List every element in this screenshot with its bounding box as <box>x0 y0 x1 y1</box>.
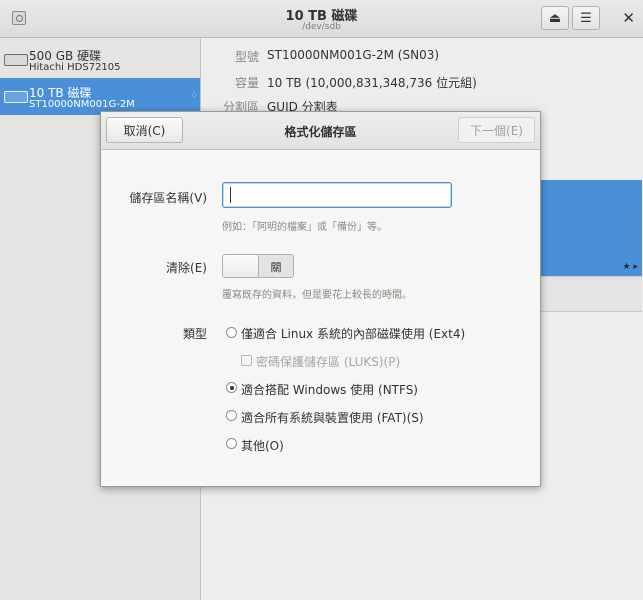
hard-disk-icon <box>4 54 28 66</box>
eject-button[interactable]: ⏏ <box>541 6 569 30</box>
menu-button[interactable]: ☰ <box>572 6 600 30</box>
volume-name-input[interactable] <box>222 182 452 208</box>
header-bar: 10 TB 磁碟 /dev/sdb ⏏ ☰ ✕ <box>0 0 643 38</box>
sidebar-item-disk-10tb[interactable]: 10 TB 磁碟 ST10000NM001G-2M ⁘ <box>0 78 200 115</box>
model-label: 型號 <box>234 50 259 64</box>
volume-name-label: 儲存區名稱(V) <box>129 191 207 205</box>
switch-state: 關 <box>270 261 282 274</box>
model-value: ST10000NM001G-2M (SN03) <box>267 48 440 62</box>
close-button[interactable]: ✕ <box>622 9 635 27</box>
close-icon: ✕ <box>622 9 635 27</box>
activity-spinner-icon: ⁘ <box>190 91 198 101</box>
volume-name-hint: 例如：「阿明的檔案」或「備份」等。 <box>222 222 387 233</box>
dialog-header: 取消(C) 格式化儲存區 下一個(E) <box>101 112 540 150</box>
disk-model: ST10000NM001G-2M <box>29 99 135 110</box>
volume-partition-block[interactable]: ★ ▸ <box>541 180 642 276</box>
type-ntfs-radio[interactable] <box>226 382 237 393</box>
type-fat-radio[interactable] <box>226 410 237 421</box>
type-fat-label[interactable]: 適合所有系統與裝置使用 (FAT)(S) <box>241 409 424 426</box>
switch-knob <box>223 255 259 277</box>
menu-icon: ☰ <box>580 10 592 26</box>
type-other-radio[interactable] <box>226 438 237 449</box>
eject-icon: ⏏ <box>548 10 562 26</box>
hard-disk-icon <box>4 91 28 103</box>
size-label: 容量 <box>234 76 259 90</box>
text-cursor <box>230 187 231 203</box>
disk-model: Hitachi HDS72105 <box>29 62 121 73</box>
sidebar-item-disk-500gb[interactable]: 500 GB 硬碟 Hitachi HDS72105 <box>0 41 200 78</box>
volume-toolbar-strip <box>541 276 642 312</box>
size-value: 10 TB (10,000,831,348,736 位元組) <box>267 76 477 90</box>
format-volume-dialog: 取消(C) 格式化儲存區 下一個(E) 儲存區名稱(V) 例如：「阿明的檔案」或… <box>100 111 541 487</box>
star-play-icon: ★ ▸ <box>622 262 638 272</box>
type-other-label[interactable]: 其他(O) <box>241 437 284 454</box>
erase-hint: 覆寫既存的資料，但是要花上較長的時間。 <box>222 290 412 301</box>
type-ext4-radio[interactable] <box>226 327 237 338</box>
type-label: 類型 <box>182 327 207 341</box>
erase-label: 清除(E) <box>166 261 207 275</box>
erase-switch[interactable]: 關 <box>222 254 294 278</box>
luks-checkbox[interactable] <box>241 355 252 366</box>
next-button[interactable]: 下一個(E) <box>458 117 535 143</box>
type-ntfs-label[interactable]: 適合搭配 Windows 使用 (NTFS) <box>241 381 418 398</box>
type-ext4-label[interactable]: 僅適合 Linux 系統的內部磁碟使用 (Ext4) <box>241 325 465 342</box>
luks-label[interactable]: 密碼保護儲存區 (LUKS)(P) <box>256 353 400 370</box>
